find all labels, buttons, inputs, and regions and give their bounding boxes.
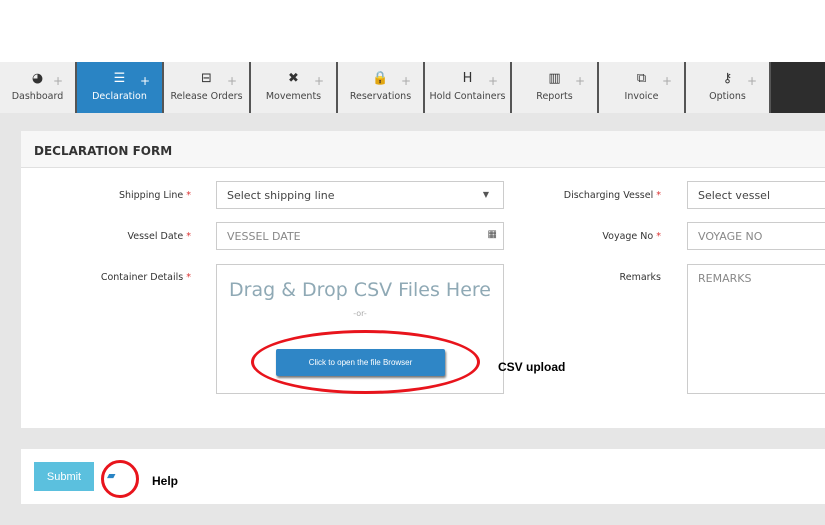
- vessel-date-label: Vessel Date *: [127, 231, 192, 242]
- lock-icon: 🔒: [372, 71, 389, 86]
- chevron-down-icon: ▼: [482, 190, 489, 199]
- annotation-circle: [101, 460, 139, 498]
- h-square-icon: H: [462, 71, 473, 86]
- tab-movements[interactable]: ✖ Movements +: [251, 62, 338, 113]
- tab-dashboard[interactable]: ◕ Dashboard +: [0, 62, 77, 113]
- form-footer: Submit ▰: [21, 449, 825, 504]
- tab-release-orders[interactable]: ⊟ Release Orders +: [164, 62, 251, 113]
- plus-icon[interactable]: +: [662, 74, 672, 88]
- main-nav: ◕ Dashboard + ☰ Declaration + ⊟ Release Orders +…: [0, 62, 825, 113]
- dashboard-icon: ◕: [31, 71, 44, 86]
- tab-label: Reports: [536, 91, 573, 102]
- plus-icon[interactable]: +: [53, 74, 63, 88]
- submit-button[interactable]: Submit: [34, 462, 94, 491]
- tab-label: Declaration: [92, 91, 147, 102]
- tab-label: Movements: [265, 91, 322, 102]
- remarks-textarea[interactable]: REMARKS: [687, 264, 825, 394]
- tab-label: Invoice: [624, 91, 659, 102]
- copy-icon: ⧉: [636, 71, 647, 86]
- discharging-vessel-select[interactable]: Select vessel: [687, 181, 825, 209]
- or-text: -or-: [353, 309, 367, 318]
- bar-chart-icon: ▥: [548, 71, 561, 86]
- drop-text: Drag & Drop CSV Files Here: [229, 279, 491, 301]
- drive-icon: ⊟: [201, 71, 212, 86]
- shipping-line-select[interactable]: Select shipping line ▼: [216, 181, 504, 209]
- discharging-vessel-label: Discharging Vessel *: [563, 190, 661, 201]
- shipping-line-label: Shipping Line *: [118, 190, 191, 201]
- tab-reservations[interactable]: 🔒 Reservations +: [338, 62, 425, 113]
- arrows-icon: ✖: [288, 71, 299, 86]
- tab-label: Release Orders: [170, 91, 243, 102]
- form-title: DECLARATION FORM: [21, 131, 825, 168]
- plus-icon[interactable]: +: [227, 74, 237, 88]
- tab-options[interactable]: ⚷ Options +: [686, 62, 771, 113]
- calendar-icon: ▦: [487, 229, 497, 240]
- tab-label: Reservations: [349, 91, 412, 102]
- tab-invoice[interactable]: ⧉ Invoice +: [599, 62, 686, 113]
- tab-hold-containers[interactable]: H Hold Containers +: [425, 62, 512, 113]
- annotation-ellipse: [251, 330, 480, 394]
- plus-icon[interactable]: +: [575, 74, 585, 88]
- plus-icon[interactable]: +: [747, 74, 757, 88]
- voyage-no-input[interactable]: VOYAGE NO: [687, 222, 825, 250]
- container-details-label: Container Details *: [100, 272, 191, 283]
- tab-label: Hold Containers: [429, 91, 506, 102]
- plus-icon[interactable]: +: [488, 74, 498, 88]
- plus-icon[interactable]: +: [314, 74, 324, 88]
- plus-icon[interactable]: +: [401, 74, 411, 88]
- list-icon: ☰: [113, 71, 126, 86]
- tab-reports[interactable]: ▥ Reports +: [512, 62, 599, 113]
- tab-label: Dashboard: [11, 91, 64, 102]
- plus-icon[interactable]: +: [140, 74, 150, 88]
- tab-declaration[interactable]: ☰ Declaration +: [77, 62, 164, 113]
- tab-label: Options: [709, 91, 746, 102]
- remarks-label: Remarks: [619, 272, 661, 283]
- key-icon: ⚷: [722, 71, 733, 86]
- shipping-line-value: Select shipping line: [227, 189, 335, 202]
- voyage-no-label: Voyage No *: [602, 231, 661, 242]
- csv-upload-annotation: CSV upload: [498, 360, 566, 374]
- vessel-date-input[interactable]: VESSEL DATE ▦: [216, 222, 504, 250]
- help-annotation: Help: [152, 474, 179, 488]
